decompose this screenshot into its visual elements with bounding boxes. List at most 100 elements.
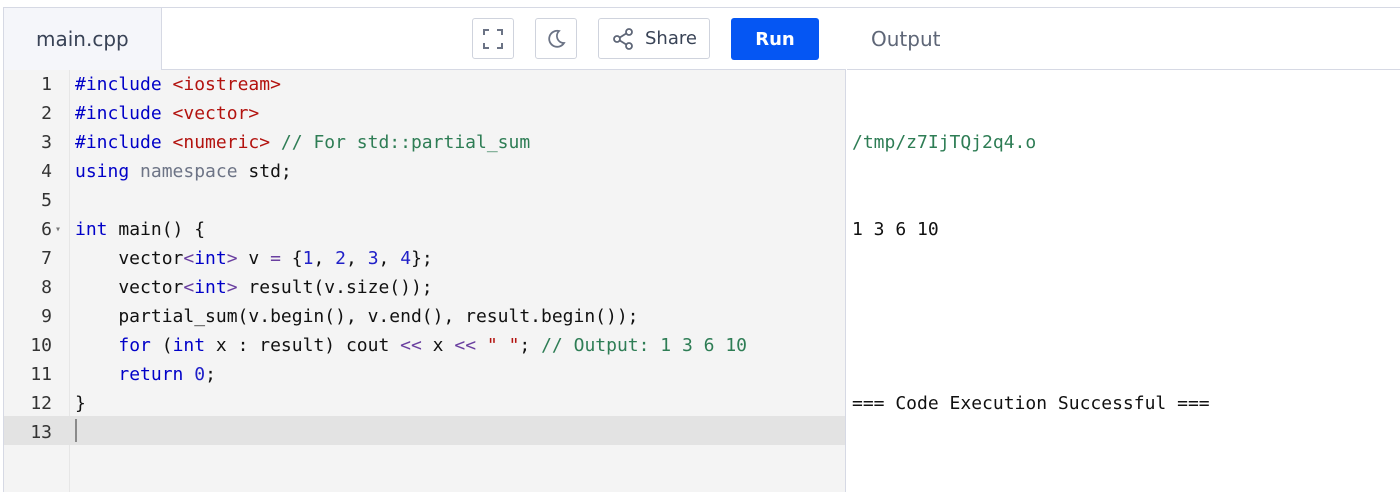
line-number: 1	[41, 74, 52, 95]
code-token: ;	[519, 335, 542, 356]
line-number: 4	[41, 161, 52, 182]
code-token: <	[183, 277, 195, 298]
line-number: 11	[30, 364, 52, 385]
line-number: 5	[41, 190, 52, 211]
code-token: <<	[400, 335, 422, 356]
code-token: <vector>	[172, 103, 260, 124]
code-token: ,	[313, 248, 336, 269]
theme-toggle-button[interactable]	[535, 18, 577, 59]
code-token: }	[75, 393, 86, 414]
moon-icon	[548, 29, 566, 48]
code-token: {	[280, 248, 303, 269]
code-token: 4	[400, 248, 412, 269]
output-status: === Code Execution Successful ===	[852, 393, 1210, 414]
line-number: 7	[41, 248, 52, 269]
code-token: namespace	[129, 161, 238, 182]
code-line: 6 ▾ int main() {	[4, 215, 845, 244]
code-token: using	[75, 161, 130, 182]
code-text: int main() {	[75, 215, 205, 244]
code-text: }	[75, 389, 86, 418]
code-token: };	[411, 248, 433, 269]
code-line: 7 vector<int> v = {1, 2, 3, 4};	[4, 244, 845, 273]
code-token: 3	[367, 248, 379, 269]
code-token: std;	[237, 161, 292, 182]
code-text: vector<int> result(v.size());	[75, 273, 433, 302]
online-compiler: main.cpp Share Run 1 #include <iostream>…	[3, 7, 1400, 492]
code-token: // For std::partial_sum	[270, 132, 531, 153]
output-pane: Output /tmp/z7IjTQj2q4.o 1 3 6 10 === Co…	[847, 8, 1400, 492]
code-token: 0	[194, 364, 206, 385]
line-number: 10	[30, 335, 52, 356]
line-number: 12	[30, 393, 52, 414]
code-token: ,	[378, 248, 401, 269]
code-token: x	[421, 335, 455, 356]
fullscreen-button[interactable]	[472, 18, 514, 59]
code-text: using namespace std;	[75, 157, 292, 186]
code-text: vector<int> v = {1, 2, 3, 4};	[75, 244, 433, 273]
code-token: " "	[486, 335, 520, 356]
code-token: >	[226, 248, 238, 269]
code-text: #include <vector>	[75, 99, 259, 128]
line-number: 8	[41, 277, 52, 298]
code-line: 8 vector<int> result(v.size());	[4, 273, 845, 302]
code-token: <iostream>	[172, 74, 281, 95]
code-line: 10 for (int x : result) cout << x << " "…	[4, 331, 845, 360]
code-token: >	[226, 277, 238, 298]
code-token: <<	[454, 335, 477, 356]
share-button[interactable]: Share	[598, 18, 710, 59]
output-result: 1 3 6 10	[852, 219, 939, 240]
code-token: // Output: 1 3 6 10	[541, 335, 747, 356]
line-number: 9	[41, 306, 52, 327]
code-editor[interactable]: 1 #include <iostream> 2 #include <vector> 3 #…	[4, 70, 845, 492]
output-console: /tmp/z7IjTQj2q4.o 1 3 6 10 === Code Exec…	[852, 70, 1392, 476]
code-line: 9 partial_sum(v.begin(), v.end(), result…	[4, 302, 845, 331]
code-token: 2	[335, 248, 346, 269]
fold-toggle-icon[interactable]: ▾	[55, 215, 61, 244]
code-token: (	[150, 335, 173, 356]
code-token: result(v.size());	[237, 277, 433, 298]
code-token: ,	[346, 248, 368, 269]
text-cursor	[75, 419, 77, 442]
code-token: main() {	[107, 219, 206, 240]
output-title: Output	[847, 8, 1400, 70]
run-button[interactable]: Run	[731, 18, 819, 60]
code-token: <	[183, 248, 195, 269]
code-token: int	[194, 277, 227, 298]
line-number: 3	[41, 132, 52, 153]
code-token: for	[118, 335, 151, 356]
code-line: 11 return 0;	[4, 360, 845, 389]
code-token: #include	[75, 132, 173, 153]
code-token: vector	[75, 248, 184, 269]
code-line: 5	[4, 186, 845, 215]
code-token: #include	[75, 103, 173, 124]
code-line: 2 #include <vector>	[4, 99, 845, 128]
share-label: Share	[645, 28, 697, 49]
code-line: 13	[4, 418, 845, 447]
code-text: partial_sum(v.begin(), v.end(), result.b…	[75, 302, 639, 331]
code-token: partial_sum(v.begin(), v.end(), result.b…	[75, 306, 639, 327]
code-token: int	[172, 335, 206, 356]
output-file-path: /tmp/z7IjTQj2q4.o	[852, 132, 1037, 153]
file-tab[interactable]: main.cpp	[4, 8, 162, 70]
code-token: ;	[205, 364, 216, 385]
code-line: 12}	[4, 389, 845, 418]
code-token: #include	[75, 74, 173, 95]
code-token: int	[194, 248, 227, 269]
code-text: #include <iostream>	[75, 70, 281, 99]
code-token: vector	[75, 277, 184, 298]
code-token: <numeric>	[172, 132, 271, 153]
code-text: for (int x : result) cout << x << " "; /…	[75, 331, 747, 360]
code-token: 1	[302, 248, 314, 269]
code-token: x : result) cout	[205, 335, 401, 356]
code-token: return	[118, 364, 184, 385]
code-token: int	[75, 219, 108, 240]
fullscreen-icon	[483, 28, 503, 49]
editor-pane: main.cpp Share Run 1 #include <iostream>…	[4, 8, 846, 492]
line-number: 13	[30, 422, 52, 443]
line-number: 2	[41, 103, 52, 124]
code-line: 1 #include <iostream>	[4, 70, 845, 99]
